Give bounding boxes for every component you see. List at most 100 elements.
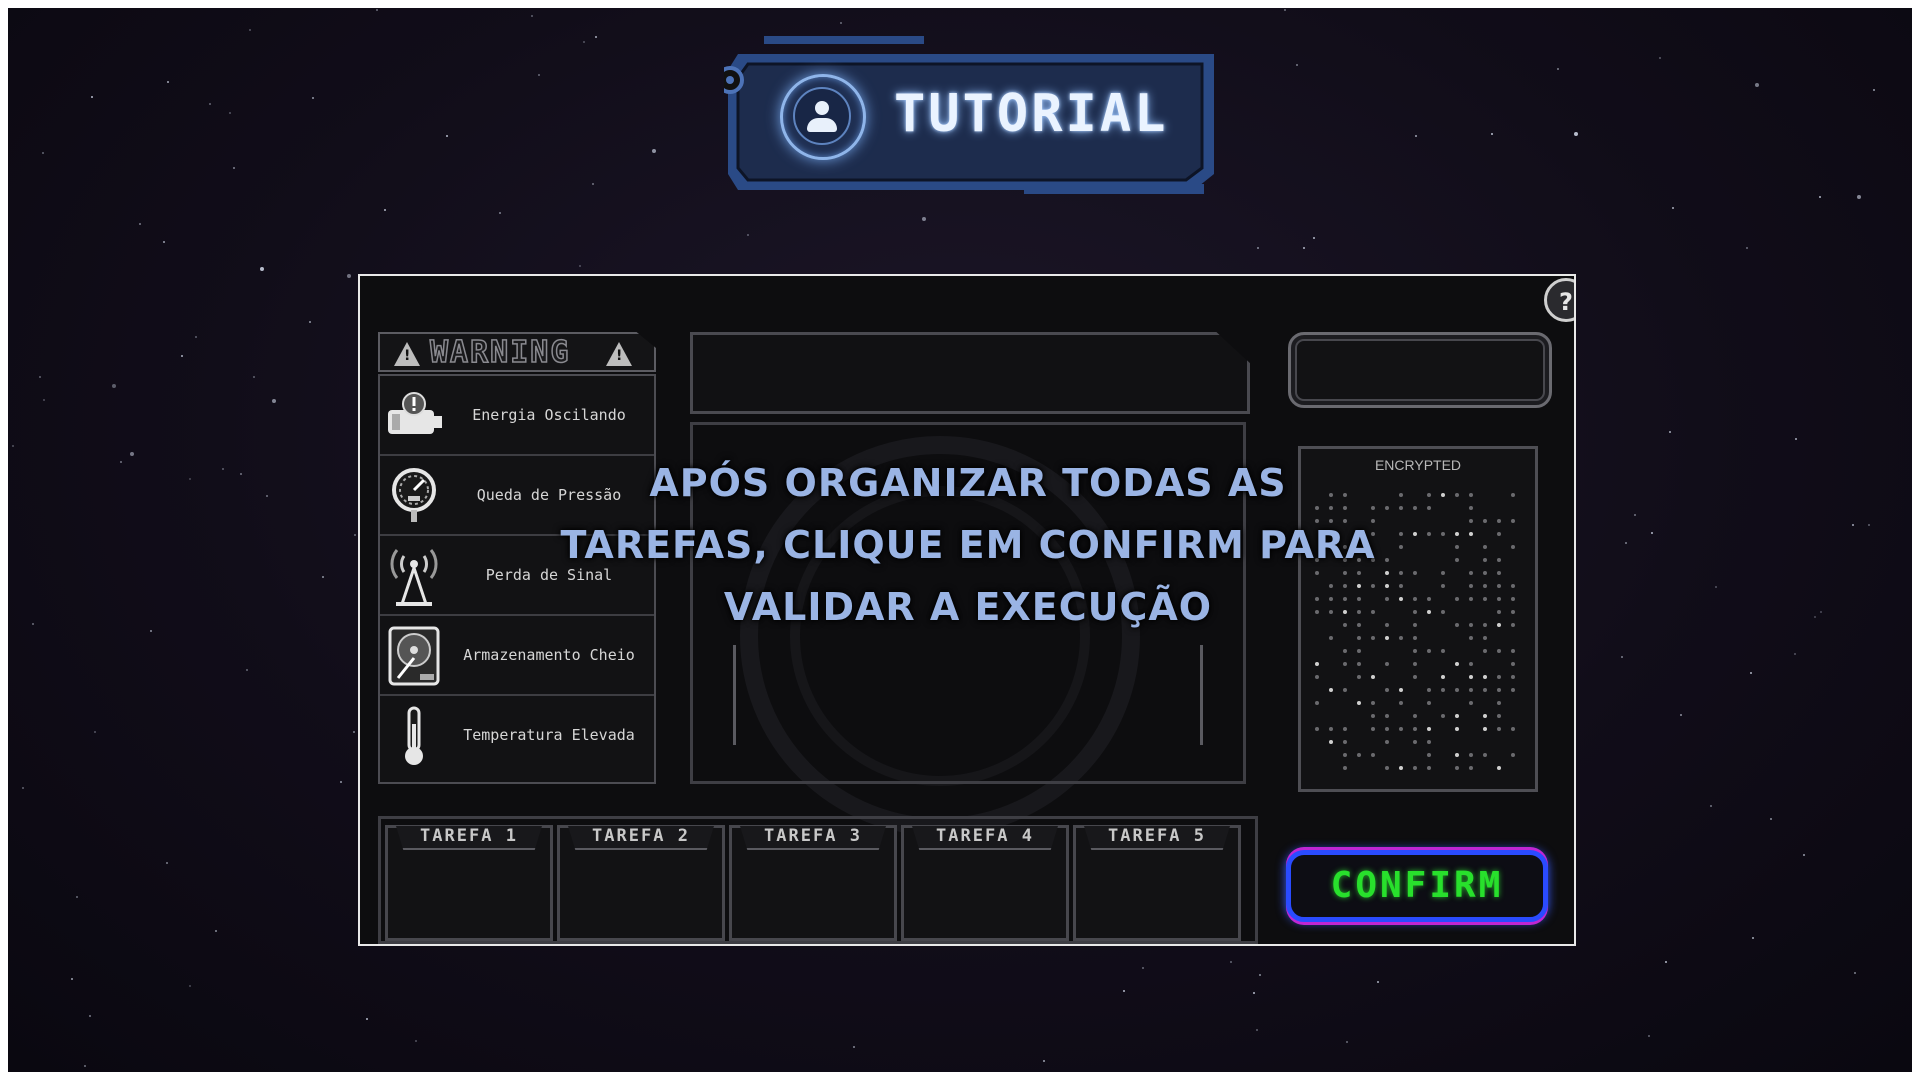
encrypted-dot xyxy=(1441,571,1445,575)
encrypted-dot xyxy=(1469,675,1473,679)
encrypted-dot xyxy=(1427,610,1431,614)
warning-item-temperatura[interactable]: Temperatura Elevada xyxy=(380,696,654,776)
encrypted-dot xyxy=(1455,545,1459,549)
encrypted-dot xyxy=(1441,688,1445,692)
warning-triangle-icon: ! xyxy=(606,342,632,366)
star xyxy=(354,534,356,536)
encrypted-dot xyxy=(1441,532,1445,536)
encrypted-dot xyxy=(1483,714,1487,718)
encrypted-dot xyxy=(1497,571,1501,575)
encrypted-dot xyxy=(1399,766,1403,770)
encrypted-dot xyxy=(1413,714,1417,718)
instruction-line-3: VALIDAR A EXECUÇÃO xyxy=(723,585,1213,629)
star xyxy=(181,355,183,357)
encrypted-dot xyxy=(1511,584,1515,588)
star xyxy=(1669,431,1671,433)
task-slot-3[interactable]: TAREFA 3 xyxy=(729,825,897,941)
encrypted-dot xyxy=(1497,675,1501,679)
star xyxy=(1794,653,1796,655)
encrypted-dot xyxy=(1483,675,1487,679)
hard-drive-icon xyxy=(388,626,440,686)
antenna-icon xyxy=(390,549,438,606)
encrypted-dot xyxy=(1455,623,1459,627)
star xyxy=(446,135,448,137)
star xyxy=(309,321,311,323)
task-slot-2[interactable]: TAREFA 2 xyxy=(557,825,725,941)
star xyxy=(130,452,134,456)
star xyxy=(139,223,141,225)
star xyxy=(260,267,264,271)
star xyxy=(1659,57,1661,59)
task-name-slot[interactable] xyxy=(690,332,1250,414)
star xyxy=(163,241,165,243)
star xyxy=(1814,616,1816,618)
warning-item-energia[interactable]: Energia Oscilando xyxy=(380,376,654,456)
task-slot-5[interactable]: TAREFA 5 xyxy=(1073,825,1241,941)
slot-bar-left xyxy=(733,645,736,745)
star xyxy=(1123,990,1125,992)
star xyxy=(1621,656,1623,658)
encrypted-dot xyxy=(1357,753,1361,757)
help-button[interactable]: ? xyxy=(1544,278,1574,322)
star xyxy=(1820,611,1822,613)
encrypted-dot xyxy=(1469,701,1473,705)
task-slot-4[interactable]: TAREFA 4 xyxy=(901,825,1069,941)
encrypted-dot xyxy=(1441,493,1445,497)
encrypted-dot xyxy=(1469,766,1473,770)
encrypted-dot xyxy=(1511,493,1515,497)
encrypted-dot xyxy=(1413,597,1417,601)
star xyxy=(747,234,749,236)
star xyxy=(189,478,191,480)
encrypted-dot xyxy=(1483,597,1487,601)
encrypted-dot xyxy=(1511,597,1515,601)
encrypted-dot xyxy=(1511,519,1515,523)
encrypted-dot xyxy=(1413,610,1417,614)
star xyxy=(1259,974,1261,976)
task-label: TAREFA 5 xyxy=(1084,826,1230,850)
encrypted-dot xyxy=(1399,701,1403,705)
encrypted-dot xyxy=(1511,675,1515,679)
encrypted-dot xyxy=(1385,662,1389,666)
thermometer-icon xyxy=(405,706,423,765)
star xyxy=(1634,514,1636,516)
star xyxy=(39,376,41,378)
encrypted-dot xyxy=(1483,649,1487,653)
encrypted-dot xyxy=(1483,571,1487,575)
encrypted-dot xyxy=(1455,662,1459,666)
star xyxy=(1752,937,1754,939)
star xyxy=(112,384,116,388)
encrypted-dot xyxy=(1483,519,1487,523)
star xyxy=(120,461,122,463)
encrypted-dot xyxy=(1413,740,1417,744)
encrypted-dot xyxy=(1469,584,1473,588)
star xyxy=(840,22,842,24)
encrypted-dot xyxy=(1455,597,1459,601)
star xyxy=(1672,207,1674,209)
encrypted-dot xyxy=(1371,753,1375,757)
instruction-line-2: TAREFAS, CLIQUE EM CONFIRM PARA xyxy=(560,523,1376,567)
encrypted-dot xyxy=(1357,701,1361,705)
encrypted-dot xyxy=(1427,597,1431,601)
star xyxy=(1043,1060,1045,1062)
encrypted-dot xyxy=(1497,519,1501,523)
star xyxy=(1755,83,1759,87)
task-label: TAREFA 1 xyxy=(396,826,542,850)
encrypted-dot xyxy=(1413,662,1417,666)
star xyxy=(583,41,585,43)
confirm-button[interactable]: CONFIRM xyxy=(1286,850,1548,922)
star xyxy=(376,9,378,11)
encrypted-dot xyxy=(1343,766,1347,770)
star xyxy=(1346,1041,1348,1043)
star xyxy=(1256,1029,1258,1031)
star xyxy=(1715,586,1717,588)
user-icon xyxy=(780,74,866,160)
encrypted-dot xyxy=(1483,636,1487,640)
instruction-line-1: APÓS ORGANIZAR TODAS AS xyxy=(649,461,1287,505)
encrypted-dot xyxy=(1497,584,1501,588)
star xyxy=(1313,237,1315,239)
encrypted-dot xyxy=(1511,727,1515,731)
task-slot-1[interactable]: TAREFA 1 xyxy=(385,825,553,941)
tutorial-banner: TUTORIAL xyxy=(724,34,1220,196)
encrypted-dot xyxy=(1413,532,1417,536)
star xyxy=(1648,1035,1650,1037)
